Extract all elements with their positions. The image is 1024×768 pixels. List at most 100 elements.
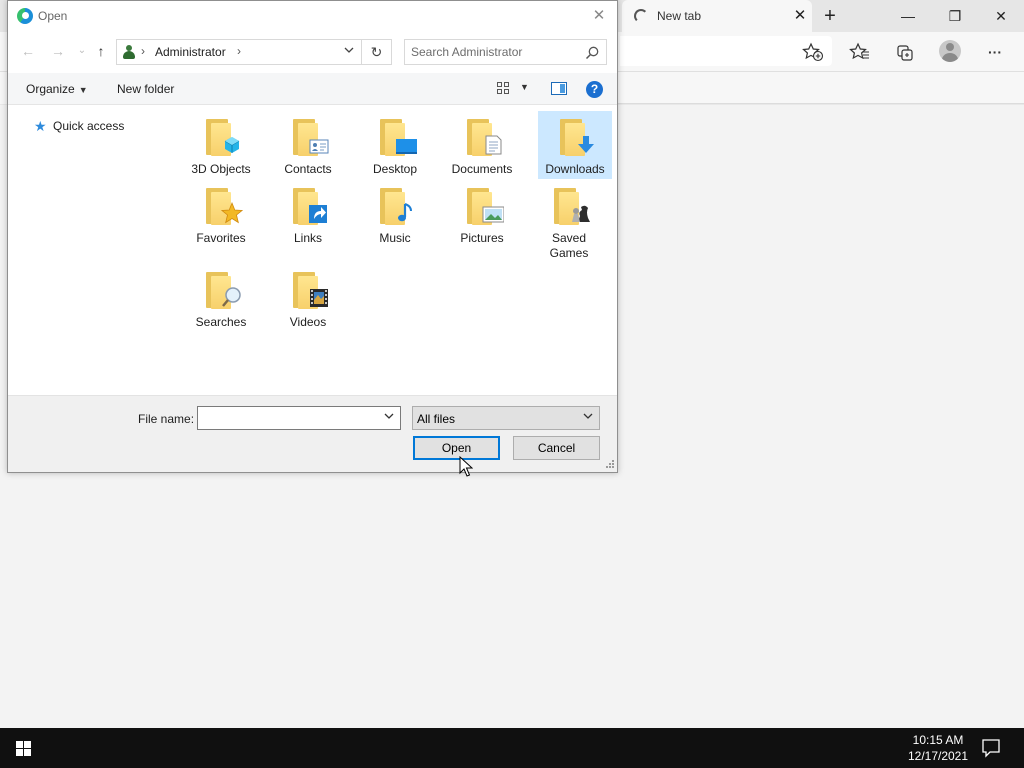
back-button[interactable]: ← xyxy=(18,41,38,61)
minimize-button[interactable]: — xyxy=(885,0,931,32)
star-icon xyxy=(220,201,244,224)
file-type-select[interactable]: All files xyxy=(412,406,600,430)
folder-searches[interactable]: Searches xyxy=(184,264,258,332)
download-arrow-icon xyxy=(575,133,597,155)
item-label: Saved Games xyxy=(549,231,589,260)
item-label: Links xyxy=(293,231,322,245)
dialog-footer: File name: All files Open Cancel xyxy=(8,395,617,472)
file-type-value: All files xyxy=(417,412,456,426)
dialog-close-button[interactable]: ✕ xyxy=(588,5,610,27)
breadcrumb-separator: › xyxy=(141,44,145,58)
window-close-button[interactable]: ✕ xyxy=(978,0,1024,32)
file-name-label: File name: xyxy=(138,412,195,426)
folder-links[interactable]: Links xyxy=(271,180,345,248)
user-folder-icon xyxy=(121,44,137,60)
taskbar: 10:15 AM 12/17/2021 xyxy=(0,728,1024,768)
notification-icon[interactable] xyxy=(978,736,1004,760)
collections-icon[interactable] xyxy=(890,37,920,67)
open-file-dialog: Open ✕ ← → ⌄ ↑ › Administrator › ↻ Organ… xyxy=(7,0,618,473)
organize-button[interactable]: Organize ▼ xyxy=(26,82,88,96)
tab-close-button[interactable]: ✕ xyxy=(790,6,810,26)
documents-icon xyxy=(482,133,504,155)
folder-documents[interactable]: Documents xyxy=(445,111,519,179)
picture-icon xyxy=(482,202,505,224)
breadcrumb-administrator[interactable]: Administrator xyxy=(155,45,226,59)
breadcrumb-separator[interactable]: › xyxy=(237,44,241,58)
favorites-bar xyxy=(618,72,1024,104)
resize-grip-icon[interactable] xyxy=(606,460,615,469)
folder-pictures[interactable]: Pictures xyxy=(445,180,519,248)
profile-icon[interactable] xyxy=(939,40,961,62)
command-bar: Organize ▼ New folder ▼ ? xyxy=(8,73,617,105)
chess-piece-icon xyxy=(569,202,591,224)
windows-start-icon[interactable] xyxy=(0,728,48,768)
dialog-title: Open xyxy=(38,9,68,23)
item-label: Pictures xyxy=(460,231,504,245)
more-icon[interactable]: ··· xyxy=(980,37,1010,67)
open-button[interactable]: Open xyxy=(413,436,500,460)
refresh-button[interactable]: ↻ xyxy=(362,39,392,65)
tab-new-tab[interactable]: New tab ✕ xyxy=(622,0,812,32)
favorites-icon[interactable] xyxy=(845,37,875,67)
chevron-down-icon xyxy=(583,411,593,423)
file-list: 3D Objects Contacts Desktop Documents Do… xyxy=(178,105,617,395)
item-label: Desktop xyxy=(372,162,418,176)
contacts-icon xyxy=(308,133,330,155)
link-arrow-icon xyxy=(308,202,330,224)
folder-downloads[interactable]: Downloads xyxy=(538,111,612,179)
item-label: Searches xyxy=(195,315,247,329)
folder-contacts[interactable]: Contacts xyxy=(271,111,345,179)
caret-down-icon: ▼ xyxy=(78,85,88,95)
help-icon[interactable]: ? xyxy=(586,81,603,98)
item-label: Music xyxy=(379,231,411,245)
recent-locations-button[interactable]: ⌄ xyxy=(72,41,92,61)
change-view-icon[interactable] xyxy=(497,82,511,95)
loading-spinner-icon xyxy=(634,9,648,23)
item-label: Downloads xyxy=(545,162,605,176)
location-bar[interactable]: › Administrator › xyxy=(116,39,362,65)
mouse-cursor-icon xyxy=(459,455,474,478)
clock-time: 10:15 AM xyxy=(912,733,964,747)
organize-label: Organize xyxy=(26,82,75,96)
new-folder-button[interactable]: New folder xyxy=(117,82,174,96)
chevron-down-icon[interactable] xyxy=(341,45,357,57)
restore-button[interactable]: ❐ xyxy=(932,0,978,32)
navigation-bar: ← → ⌄ ↑ › Administrator › ↻ xyxy=(8,31,617,73)
clock-date: 12/17/2021 xyxy=(907,749,969,763)
cancel-button[interactable]: Cancel xyxy=(513,436,600,460)
file-name-input[interactable] xyxy=(202,410,378,426)
folder-favorites[interactable]: Favorites xyxy=(184,180,258,248)
forward-button[interactable]: → xyxy=(48,41,68,61)
quick-access-star-icon: ★ xyxy=(34,118,47,134)
new-tab-button[interactable]: + xyxy=(816,3,844,29)
item-label: Documents xyxy=(451,162,513,176)
item-label: Favorites xyxy=(196,231,246,245)
folder-desktop[interactable]: Desktop xyxy=(358,111,432,179)
music-note-icon xyxy=(395,202,417,224)
search-input[interactable] xyxy=(411,43,576,61)
tab-title: New tab xyxy=(657,9,702,23)
view-options-icon[interactable]: ▼ xyxy=(520,82,529,92)
folder-videos[interactable]: Videos xyxy=(271,264,345,332)
search-box[interactable] xyxy=(404,39,607,65)
dialog-title-bar: Open ✕ xyxy=(8,1,617,31)
folder-saved-games[interactable]: Saved Games xyxy=(532,180,606,260)
item-label: 3D Objects xyxy=(191,162,251,176)
add-favorite-icon[interactable] xyxy=(798,37,828,67)
search-icon[interactable] xyxy=(583,44,601,62)
edge-logo-icon xyxy=(17,8,33,24)
system-clock[interactable]: 10:15 AM 12/17/2021 xyxy=(900,732,976,764)
item-label: Videos xyxy=(289,315,327,329)
nav-item-label: Quick access xyxy=(53,119,125,133)
magnifier-icon xyxy=(221,286,243,308)
folder-3d-objects[interactable]: 3D Objects xyxy=(184,111,258,179)
desktop-icon xyxy=(395,133,418,155)
item-label: Contacts xyxy=(284,162,332,176)
file-name-combobox[interactable] xyxy=(197,406,401,430)
preview-pane-icon[interactable] xyxy=(551,82,567,95)
up-button[interactable]: ↑ xyxy=(91,41,111,61)
folder-music[interactable]: Music xyxy=(358,180,432,248)
film-icon xyxy=(308,286,330,308)
3d-objects-icon xyxy=(221,133,243,155)
chevron-down-icon[interactable] xyxy=(384,411,394,423)
